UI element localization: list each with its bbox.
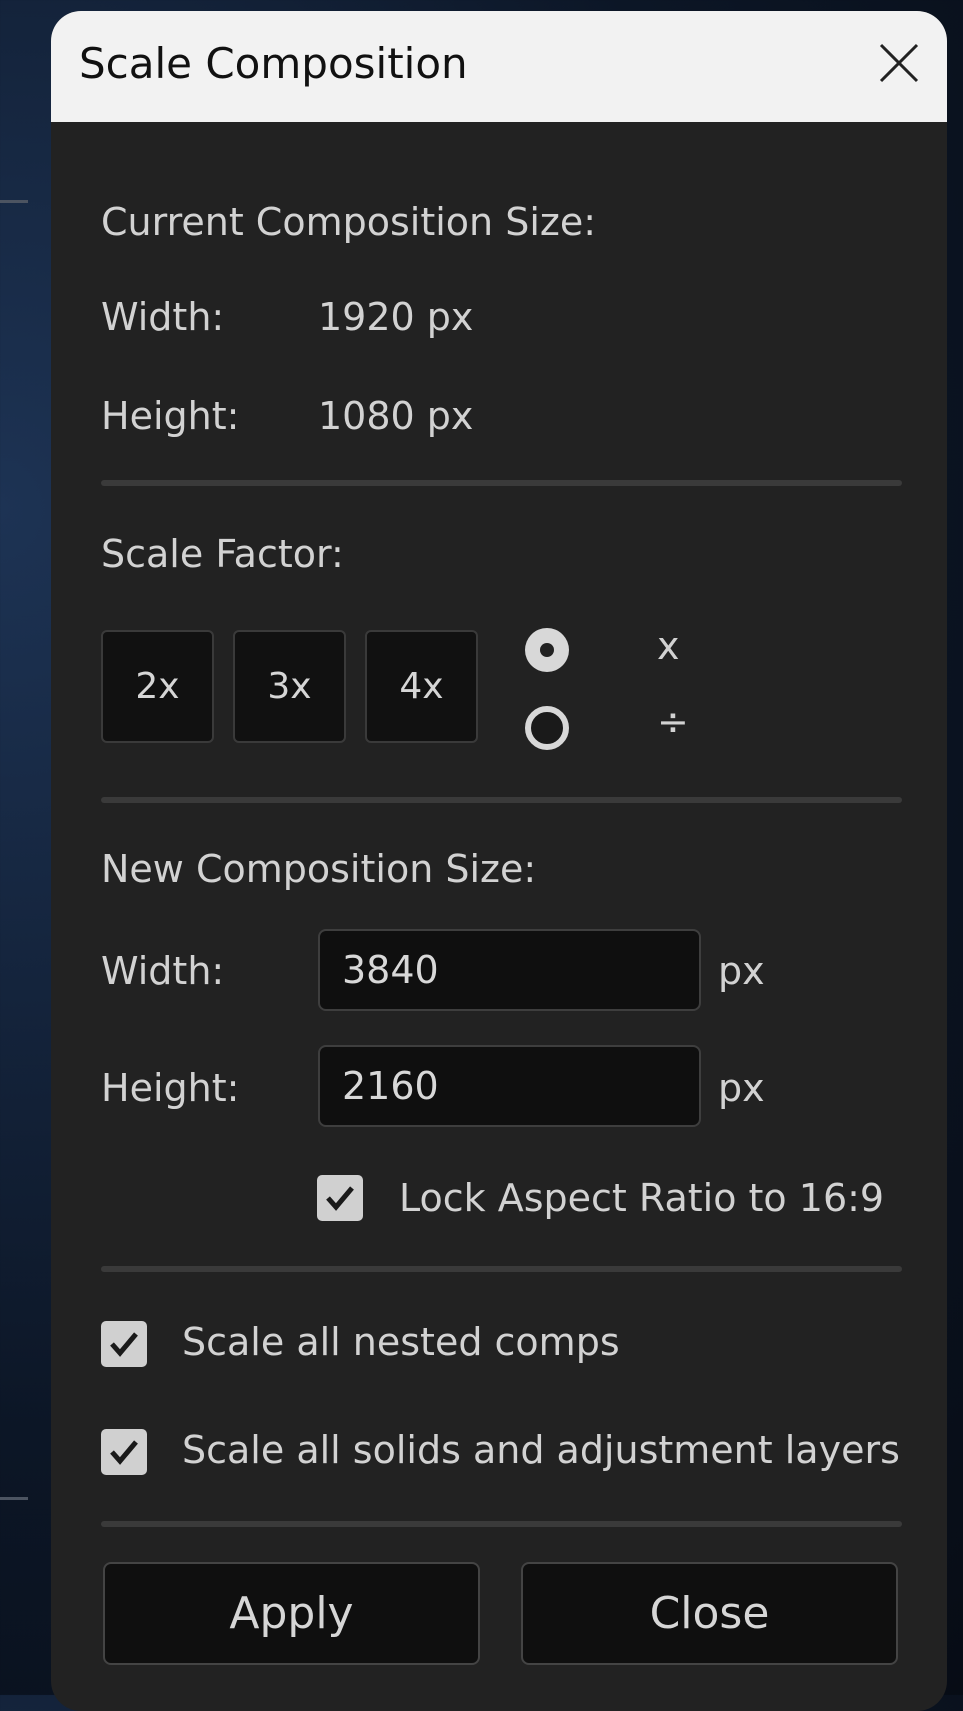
current-width-value: 1920 px: [318, 295, 474, 339]
divide-radio-label: ÷: [657, 700, 689, 744]
close-button[interactable]: Close: [521, 1562, 898, 1665]
section-divider: [101, 1521, 902, 1527]
dialog-titlebar: Scale Composition: [51, 11, 947, 122]
solids-label: Scale all solids and adjustment layers: [182, 1428, 900, 1472]
lock-aspect-label: Lock Aspect Ratio to 16:9: [399, 1176, 885, 1220]
checkmark-icon: [326, 1186, 354, 1211]
close-icon[interactable]: [875, 39, 923, 87]
solids-checkbox[interactable]: [101, 1429, 147, 1475]
nested-comps-checkbox[interactable]: [101, 1321, 147, 1367]
new-width-input[interactable]: 3840: [318, 929, 701, 1011]
new-size-heading: New Composition Size:: [101, 847, 537, 891]
section-divider: [101, 797, 902, 803]
scale-factor-heading: Scale Factor:: [101, 532, 344, 576]
current-height-label: Height:: [101, 394, 240, 438]
dialog-title: Scale Composition: [79, 39, 468, 88]
new-height-unit: px: [718, 1066, 765, 1110]
nested-comps-label: Scale all nested comps: [182, 1320, 620, 1364]
scale-2x-button[interactable]: 2x: [101, 630, 214, 743]
section-divider: [101, 480, 902, 486]
current-size-heading: Current Composition Size:: [101, 200, 597, 244]
multiply-radio[interactable]: [525, 628, 569, 672]
background-edge-line: [0, 200, 28, 203]
new-width-label: Width:: [101, 949, 225, 993]
multiply-radio-label: x: [657, 624, 680, 668]
background-edge-line: [0, 1497, 28, 1500]
divide-radio[interactable]: [525, 706, 569, 750]
checkmark-icon: [110, 1440, 138, 1465]
new-height-label: Height:: [101, 1066, 240, 1110]
scale-composition-dialog: Scale Composition Current Composition Si…: [51, 11, 947, 1711]
new-width-unit: px: [718, 949, 765, 993]
current-width-label: Width:: [101, 295, 225, 339]
checkmark-icon: [110, 1332, 138, 1357]
lock-aspect-checkbox[interactable]: [317, 1175, 363, 1221]
current-height-value: 1080 px: [318, 394, 474, 438]
scale-4x-button[interactable]: 4x: [365, 630, 478, 743]
section-divider: [101, 1266, 902, 1272]
scale-3x-button[interactable]: 3x: [233, 630, 346, 743]
new-height-input[interactable]: 2160: [318, 1045, 701, 1127]
apply-button[interactable]: Apply: [103, 1562, 480, 1665]
